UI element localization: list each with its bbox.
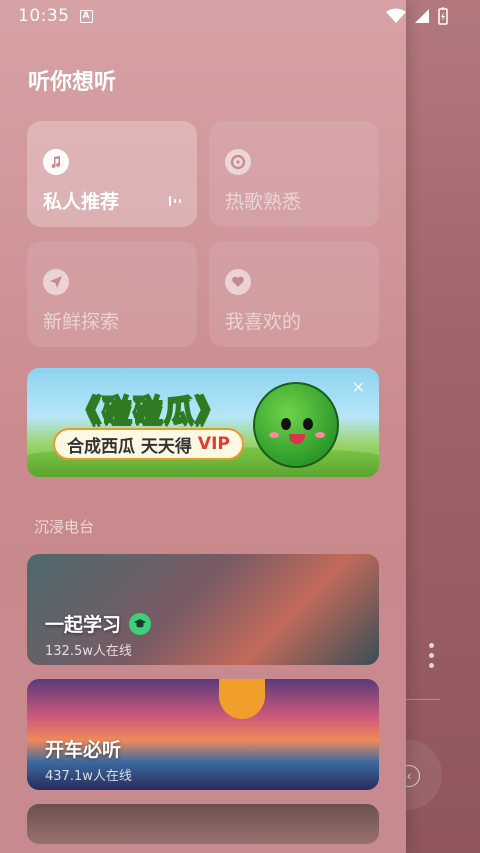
disc-icon [225, 149, 251, 175]
promo-banner[interactable]: 《碰碰瓜》 合成西瓜 天天得 VIP ✕ [27, 368, 379, 477]
send-icon [43, 269, 69, 295]
heart-icon [225, 269, 251, 295]
more-options-icon[interactable] [429, 643, 434, 668]
graduation-cap-icon [129, 612, 152, 635]
radio-name: 一起学习 [45, 614, 122, 636]
wifi-icon [386, 8, 406, 23]
status-bar: 10:35 A [0, 0, 480, 32]
card-label: 私人推荐 [43, 191, 120, 213]
watermelon-mascot-icon [253, 382, 339, 468]
notification-a-icon: A [79, 9, 93, 23]
signal-icon [415, 9, 429, 23]
card-private-recommend[interactable]: 私人推荐 [27, 121, 197, 227]
banner-title: 《碰碰瓜》 [70, 393, 226, 430]
radio-listeners: 132.5w人在线 [45, 644, 132, 659]
status-time: 10:35 [18, 6, 70, 26]
radio-card-driving[interactable]: 开车必听 437.1w人在线 [27, 679, 379, 790]
drawer-title: 听你想听 [28, 70, 117, 95]
playing-indicator-icon [169, 196, 181, 206]
radio-card-study[interactable]: 一起学习 132.5w人在线 [27, 554, 379, 665]
music-note-icon [43, 149, 69, 175]
banner-subtitle: 合成西瓜 天天得 [67, 436, 192, 457]
card-explore[interactable]: 新鲜探索 [27, 241, 197, 347]
section-label: 沉浸电台 [34, 518, 95, 536]
banner-close-icon[interactable]: ✕ [352, 378, 365, 397]
card-label: 新鲜探索 [43, 311, 120, 333]
status-icons [386, 7, 448, 25]
side-drawer: 听你想听 私人推荐 热歌熟悉 新鲜探索 我喜欢的 《碰碰瓜》 合成西瓜 天天得 … [0, 0, 406, 853]
radio-name: 开车必听 [45, 739, 122, 761]
radio-card-partial[interactable] [27, 804, 379, 844]
card-label: 热歌熟悉 [225, 191, 302, 213]
battery-charging-icon [438, 7, 448, 25]
card-favorites[interactable]: 我喜欢的 [209, 241, 379, 347]
sun-graphic [219, 679, 265, 719]
radio-listeners: 437.1w人在线 [45, 769, 132, 784]
banner-vip: VIP [197, 434, 230, 454]
radio-name-row: 开车必听 [45, 735, 121, 762]
banner-subtitle-pill: 合成西瓜 天天得 VIP [53, 428, 244, 460]
card-label: 我喜欢的 [225, 311, 302, 333]
card-hot-songs[interactable]: 热歌熟悉 [209, 121, 379, 227]
radio-name-row: 一起学习 [45, 610, 152, 637]
divider [406, 699, 440, 700]
